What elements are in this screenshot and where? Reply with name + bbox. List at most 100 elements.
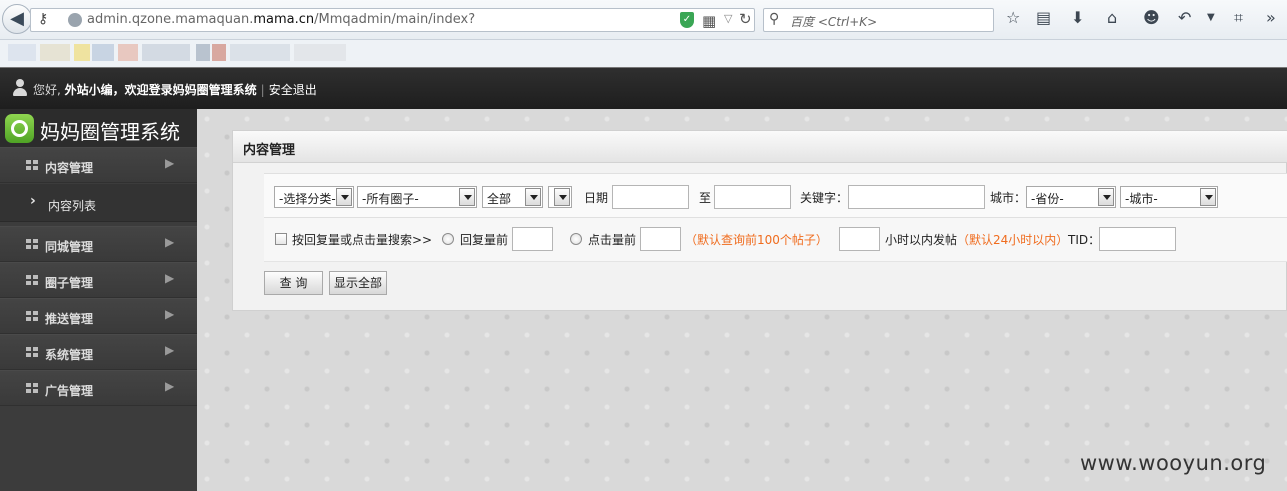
date-to-input[interactable] bbox=[714, 185, 791, 209]
home-icon[interactable]: ⌂ bbox=[1107, 8, 1117, 27]
caret-right-icon: ▶ bbox=[165, 156, 175, 170]
reply-label: 回复量前 bbox=[460, 233, 509, 247]
click-label: 点击量前 bbox=[588, 233, 637, 247]
watermark: www.wooyun.org bbox=[1080, 451, 1267, 475]
chevron-down-icon bbox=[1200, 188, 1216, 206]
hours-label: 小时以内发帖 bbox=[885, 233, 958, 247]
smiley-icon[interactable]: ☻ bbox=[1143, 8, 1160, 27]
hours-note: （默认24小时以内） bbox=[957, 233, 1069, 247]
url-text[interactable]: admin.qzone.mamaquan.mama.cn/Mmqadmin/ma… bbox=[87, 12, 475, 27]
caret-right-icon: ▶ bbox=[165, 343, 175, 357]
filter-row: -选择分类- -所有圈子- 全部 日期 至 关键字： 城市： -省份- -城市- bbox=[264, 173, 1287, 218]
date-from-input[interactable] bbox=[612, 185, 689, 209]
main-area: 内容管理 -选择分类- -所有圈子- 全部 日期 至 关键字： 城市： -省份-… bbox=[197, 109, 1287, 491]
download-icon[interactable]: ⬇ bbox=[1071, 8, 1084, 27]
search-placeholder: 百度 <Ctrl+K> bbox=[790, 15, 878, 29]
sidebar-item-push[interactable]: 推送管理 ▶ bbox=[0, 298, 197, 334]
brand: 妈妈圈管理系统 bbox=[0, 109, 197, 148]
blurred-bookmark bbox=[142, 44, 190, 61]
hours-input[interactable] bbox=[839, 227, 880, 251]
chevron-down-icon bbox=[336, 188, 352, 206]
page-title: 内容管理 bbox=[243, 143, 296, 158]
show-all-button[interactable]: 显示全部 bbox=[329, 271, 387, 295]
sidebar-subitem-content-list[interactable]: › 内容列表 bbox=[0, 184, 197, 222]
sidebar-item-content[interactable]: 内容管理 ▶ bbox=[0, 147, 197, 183]
province-select[interactable]: -省份- bbox=[1026, 186, 1116, 208]
logout-link[interactable]: 安全退出 bbox=[269, 83, 317, 97]
grid-icon bbox=[26, 275, 39, 286]
sidebar-item-system[interactable]: 系统管理 ▶ bbox=[0, 334, 197, 370]
sidebar-item-label: 同城管理 bbox=[45, 240, 94, 254]
checkbox-label: 按回复量或点击量搜索>> bbox=[292, 233, 433, 247]
caret-right-icon: ▶ bbox=[165, 379, 175, 393]
blurred-bookmark bbox=[212, 44, 226, 61]
keyword-input[interactable] bbox=[848, 185, 985, 209]
caret-right-icon: ▶ bbox=[165, 307, 175, 321]
sidebar-item-label: 推送管理 bbox=[45, 312, 94, 326]
blurred-bookmark bbox=[8, 44, 36, 61]
blurred-bookmark bbox=[294, 44, 346, 61]
brand-title: 妈妈圈管理系统 bbox=[40, 120, 180, 144]
caret-right-icon: ▶ bbox=[165, 235, 175, 249]
sidebar-item-label: 圈子管理 bbox=[45, 276, 94, 290]
keyword-label: 关键字： bbox=[800, 191, 849, 205]
chevron-down-icon bbox=[525, 188, 541, 206]
search-by-count-checkbox[interactable] bbox=[275, 233, 287, 245]
tid-label: TID： bbox=[1068, 233, 1101, 247]
circle-select[interactable]: -所有圈子- bbox=[357, 186, 477, 208]
crop-icon[interactable]: ⌗ bbox=[1234, 8, 1243, 28]
app-header: 您好, 外站小编，欢迎登录妈妈圈管理系统 | 安全退出 bbox=[0, 67, 1287, 109]
qr-code-icon[interactable]: ▦ bbox=[702, 12, 716, 30]
browser-toolbar: ◀ ⚷ admin.qzone.mamaquan.mama.cn/Mmqadmi… bbox=[0, 0, 1287, 40]
dropdown-icon[interactable]: ▽ bbox=[724, 12, 732, 25]
click-count-input[interactable] bbox=[640, 227, 681, 251]
grid-icon bbox=[26, 311, 39, 322]
reading-list-icon[interactable]: ▤ bbox=[1036, 8, 1051, 27]
filter-row-2: 按回复量或点击量搜索>> 回复量前 点击量前 （默认查询前100个帖子） 小时以… bbox=[264, 218, 1287, 262]
sidebar-item-city[interactable]: 同城管理 ▶ bbox=[0, 226, 197, 262]
menu-dropdown-icon[interactable]: ▼ bbox=[1207, 12, 1215, 23]
greeting: 您好, 外站小编，欢迎登录妈妈圈管理系统 | 安全退出 bbox=[33, 83, 317, 97]
reload-icon[interactable]: ↻ bbox=[739, 10, 752, 28]
address-bar[interactable]: ⚷ admin.qzone.mamaquan.mama.cn/Mmqadmin/… bbox=[30, 8, 755, 32]
date-to-label: 至 bbox=[699, 191, 712, 205]
star-icon[interactable]: ☆ bbox=[1006, 8, 1020, 27]
back-arrow-icon[interactable]: ◀ bbox=[2, 4, 32, 34]
undo-icon[interactable]: ↶ bbox=[1178, 8, 1191, 27]
date-label: 日期 bbox=[584, 191, 609, 205]
sidebar-item-label: 内容列表 bbox=[48, 199, 97, 213]
sidebar-item-label: 系统管理 bbox=[45, 348, 94, 362]
blurred-bookmark bbox=[40, 44, 70, 61]
category-select[interactable]: -选择分类- bbox=[274, 186, 354, 208]
bookmarks-bar bbox=[0, 40, 1287, 67]
chevron-right-icon: › bbox=[30, 193, 36, 209]
user-icon bbox=[12, 79, 28, 97]
reply-radio[interactable] bbox=[442, 233, 454, 245]
sidebar: 妈妈圈管理系统 内容管理 ▶ › 内容列表 同城管理 ▶ 圈子管理 ▶ 推送管理… bbox=[0, 109, 197, 491]
sidebar-item-ads[interactable]: 广告管理 ▶ bbox=[0, 370, 197, 406]
tid-input[interactable] bbox=[1099, 227, 1176, 251]
sidebar-item-label: 内容管理 bbox=[45, 161, 94, 175]
blurred-bookmark bbox=[196, 44, 210, 61]
grid-icon bbox=[26, 383, 39, 394]
blurred-bookmark bbox=[230, 44, 290, 61]
content-panel: 内容管理 -选择分类- -所有圈子- 全部 日期 至 关键字： 城市： -省份-… bbox=[232, 130, 1287, 311]
username: 外站小编，欢迎登录妈妈圈管理系统 bbox=[64, 83, 257, 97]
click-radio[interactable] bbox=[570, 233, 582, 245]
reply-count-input[interactable] bbox=[512, 227, 553, 251]
chevron-down-icon bbox=[459, 188, 475, 206]
key-icon: ⚷ bbox=[38, 11, 49, 27]
query-button[interactable]: 查 询 bbox=[264, 271, 323, 295]
shield-icon[interactable]: ✓ bbox=[680, 12, 694, 28]
overflow-icon[interactable]: » bbox=[1266, 8, 1276, 27]
search-input[interactable]: ⚲ 百度 <Ctrl+K> bbox=[763, 8, 994, 32]
blurred-bookmark bbox=[118, 44, 138, 61]
sidebar-item-circle[interactable]: 圈子管理 ▶ bbox=[0, 262, 197, 298]
search-icon: ⚲ bbox=[769, 11, 780, 27]
city-select[interactable]: -城市- bbox=[1120, 186, 1218, 208]
chevron-down-icon bbox=[554, 188, 570, 206]
globe-icon bbox=[68, 13, 82, 27]
panel-header: 内容管理 bbox=[233, 131, 1287, 163]
scope-select[interactable]: 全部 bbox=[482, 186, 543, 208]
extra-select[interactable] bbox=[548, 186, 572, 208]
